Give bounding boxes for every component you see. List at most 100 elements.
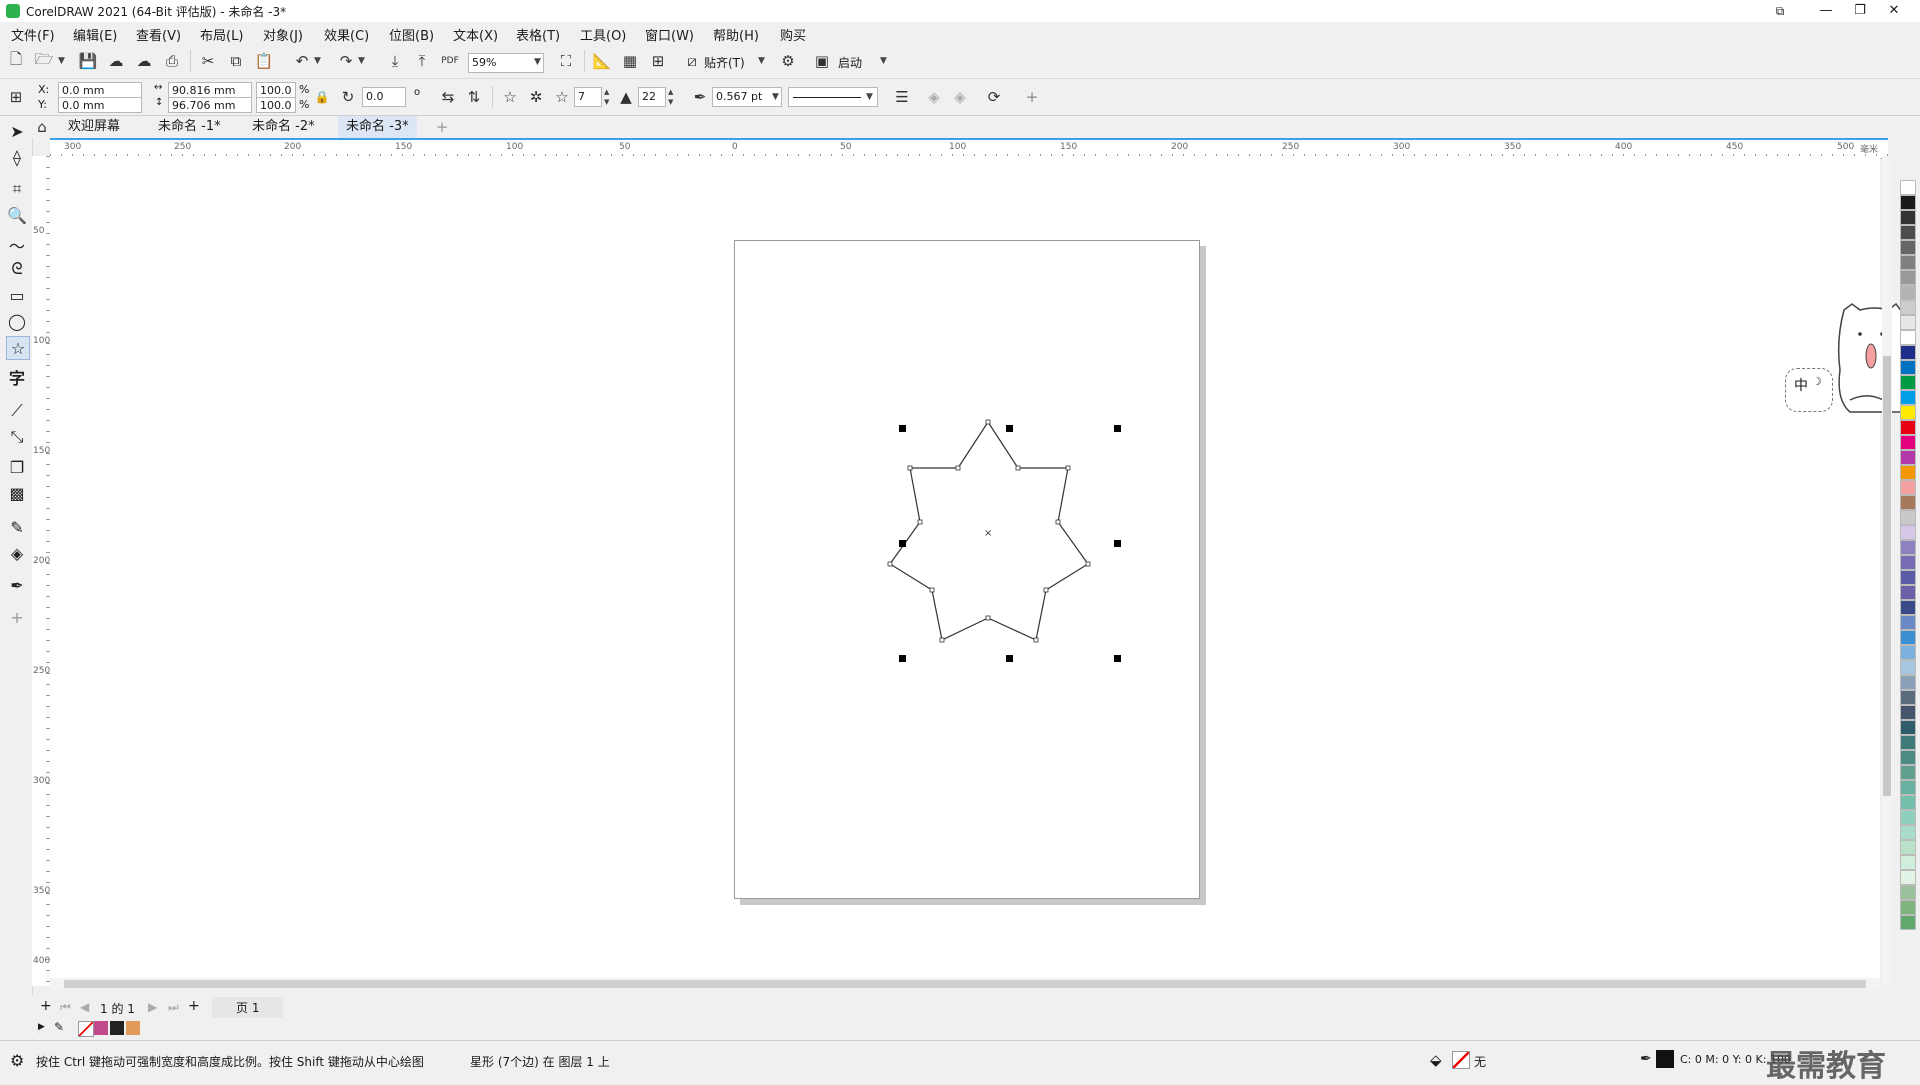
palette-swatch[interactable] [1900, 375, 1916, 390]
height-field[interactable]: 96.706 mm [168, 97, 252, 113]
save-icon[interactable]: 💾 [78, 51, 98, 71]
palette-swatch[interactable] [1900, 660, 1916, 675]
pdf-icon[interactable]: PDF [440, 51, 460, 71]
doc-swatch[interactable] [110, 1021, 124, 1035]
mirror-vertical-icon[interactable]: ⇅ [464, 87, 484, 107]
palette-swatch[interactable] [1900, 570, 1916, 585]
palette-swatch[interactable] [1900, 705, 1916, 720]
line-style-dropdown-icon[interactable]: ▼ [866, 92, 873, 102]
menu-tools[interactable]: 工具(O) [580, 25, 626, 44]
menu-bitmap[interactable]: 位图(B) [389, 25, 434, 44]
scrollbar-thumb[interactable] [1883, 356, 1891, 796]
sharpness-spin-up-icon[interactable]: ▲ [668, 88, 673, 96]
redo-icon[interactable]: ↷ [336, 51, 356, 71]
redo-dropdown-icon[interactable]: ▼ [358, 56, 365, 66]
palette-swatch[interactable] [1900, 915, 1916, 930]
palette-swatch[interactable] [1900, 285, 1916, 300]
x-position-field[interactable]: 0.0 mm [58, 82, 142, 98]
dimension-tool-icon[interactable]: ⟋ [6, 400, 28, 422]
snap-dropdown-icon[interactable]: ▼ [758, 56, 765, 66]
minimize-button[interactable]: — [1808, 0, 1844, 22]
horizontal-scrollbar[interactable] [50, 978, 1880, 990]
palette-swatch[interactable] [1900, 465, 1916, 480]
profile-icon[interactable]: ⧉ [1762, 0, 1798, 22]
page-tab[interactable]: 页 1 [212, 997, 284, 1018]
menu-buy[interactable]: 购买 [780, 25, 806, 44]
palette-swatch[interactable] [1900, 735, 1916, 750]
artistic-media-icon[interactable]: ᘓ [6, 258, 28, 280]
transparency-tool-icon[interactable]: ▩ [6, 482, 28, 504]
palette-swatch[interactable] [1900, 600, 1916, 615]
menu-table[interactable]: 表格(T) [516, 25, 560, 44]
selection-handle[interactable] [1114, 425, 1121, 432]
eyedropper-icon[interactable]: ✎ [54, 1020, 64, 1034]
palette-swatch[interactable] [1900, 345, 1916, 360]
no-color-swatch[interactable] [78, 1021, 94, 1037]
close-button[interactable]: ✕ [1876, 0, 1912, 22]
palette-swatch[interactable] [1900, 720, 1916, 735]
palette-swatch[interactable] [1900, 390, 1916, 405]
palette-swatch[interactable] [1900, 270, 1916, 285]
menu-effects[interactable]: 效果(C) [324, 25, 369, 44]
star-node[interactable] [955, 465, 961, 471]
fill-none-swatch[interactable] [1452, 1051, 1470, 1069]
star-node[interactable] [917, 519, 923, 525]
selection-handle[interactable] [1114, 655, 1121, 662]
palette-swatch[interactable] [1900, 300, 1916, 315]
full-screen-icon[interactable]: ⛶ [556, 51, 576, 71]
palette-swatch[interactable] [1900, 765, 1916, 780]
points-count-field[interactable]: 7 [574, 87, 602, 107]
print-icon[interactable]: ⎙ [162, 51, 182, 71]
star-shape[interactable]: × [870, 410, 1110, 660]
to-front-icon[interactable]: ◈ [924, 87, 944, 107]
selection-handle[interactable] [1114, 540, 1121, 547]
add-page-icon[interactable]: + [40, 998, 52, 1014]
menu-file[interactable]: 文件(F) [11, 25, 55, 44]
palette-swatch[interactable] [1900, 885, 1916, 900]
interactive-fill-icon[interactable]: ◈ [6, 542, 28, 564]
cut-icon[interactable]: ✂ [198, 51, 218, 71]
palette-swatch[interactable] [1900, 810, 1916, 825]
import-icon[interactable]: ⤓ [385, 51, 405, 71]
selection-handle[interactable] [1006, 655, 1013, 662]
star-node[interactable] [1015, 465, 1021, 471]
palette-expand-icon[interactable]: ▶ [38, 1022, 45, 1032]
palette-swatch[interactable] [1900, 195, 1916, 210]
zoom-dropdown-icon[interactable]: ▼ [534, 57, 541, 67]
points-spin-down-icon[interactable]: ▼ [604, 98, 609, 106]
palette-swatch[interactable] [1900, 615, 1916, 630]
palette-swatch[interactable] [1900, 510, 1916, 525]
convert-curves-icon[interactable]: ⟳ [984, 87, 1004, 107]
cloud-download-icon[interactable]: ☁ [106, 51, 126, 71]
zoom-tool-icon[interactable]: 🔍 [6, 204, 28, 226]
star-node[interactable] [887, 561, 893, 567]
smart-fill-icon[interactable]: ✒ [6, 574, 28, 596]
palette-swatch[interactable] [1900, 480, 1916, 495]
lock-ratio-icon[interactable]: 🔒 [312, 87, 332, 107]
palette-swatch[interactable] [1900, 315, 1916, 330]
palette-swatch[interactable] [1900, 405, 1916, 420]
selection-handle[interactable] [899, 540, 906, 547]
crop-tool-icon[interactable]: ⌗ [6, 178, 28, 200]
palette-swatch[interactable] [1900, 645, 1916, 660]
star-tool-icon[interactable]: ☆ [6, 336, 30, 360]
palette-swatch[interactable] [1900, 630, 1916, 645]
palette-swatch[interactable] [1900, 855, 1916, 870]
object-origin-icon[interactable]: ⊞ [6, 87, 26, 107]
vertical-ruler[interactable]: 50 100 150 200 250 300 350 400 [32, 156, 51, 986]
line-style-selector[interactable] [788, 87, 878, 107]
text-tool-icon[interactable]: 字 [6, 366, 28, 388]
scale-height-field[interactable]: 100.0 [256, 97, 296, 113]
to-back-icon[interactable]: ◈ [950, 87, 970, 107]
launch-dropdown-icon[interactable]: ▼ [880, 56, 887, 66]
star-node[interactable] [985, 615, 991, 621]
ellipse-tool-icon[interactable]: ◯ [6, 310, 28, 332]
palette-swatch[interactable] [1900, 540, 1916, 555]
restore-button[interactable]: ❐ [1842, 0, 1878, 22]
sharpness-spin-down-icon[interactable]: ▼ [668, 98, 673, 106]
text-wrap-icon[interactable]: ☰ [892, 87, 912, 107]
palette-swatch[interactable] [1900, 255, 1916, 270]
zoom-level-field[interactable]: 59% [468, 53, 544, 73]
outline-width-dropdown-icon[interactable]: ▼ [772, 92, 779, 102]
menu-window[interactable]: 窗口(W) [645, 25, 694, 44]
